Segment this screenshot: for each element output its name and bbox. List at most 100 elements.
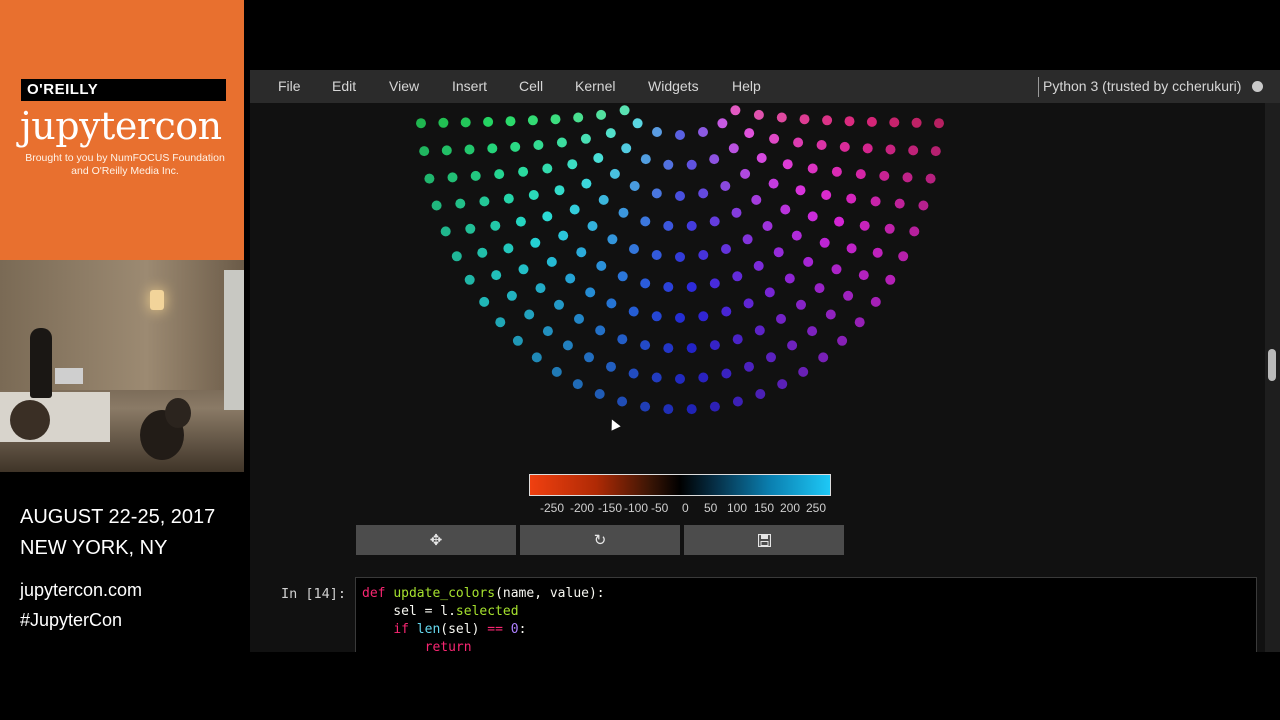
scatter-point[interactable] xyxy=(640,401,651,412)
scatter-point[interactable] xyxy=(831,166,842,177)
scatter-point[interactable] xyxy=(807,163,818,174)
scatter-point[interactable] xyxy=(780,204,791,215)
scatter-point[interactable] xyxy=(686,159,697,170)
scatter-point[interactable] xyxy=(898,251,909,262)
scatter-point[interactable] xyxy=(839,141,850,152)
scatter-point[interactable] xyxy=(494,169,505,180)
scatter-point[interactable] xyxy=(535,283,546,294)
scatter-point[interactable] xyxy=(470,170,481,181)
scatter-point[interactable] xyxy=(663,282,674,292)
scatter-point[interactable] xyxy=(651,188,662,199)
scatter-point[interactable] xyxy=(834,216,845,227)
scatter-point[interactable] xyxy=(894,198,905,209)
scatter-point[interactable] xyxy=(483,116,494,127)
scatter-point[interactable] xyxy=(584,352,594,363)
scatter-point[interactable] xyxy=(621,143,632,154)
scatter-point[interactable] xyxy=(542,326,553,337)
menu-view[interactable]: View xyxy=(389,70,419,103)
scatter-point[interactable] xyxy=(533,140,544,150)
scatter-point[interactable] xyxy=(822,115,833,126)
scatter-point[interactable] xyxy=(796,299,806,310)
scatter-point[interactable] xyxy=(605,128,616,139)
scrollbar-thumb[interactable] xyxy=(1268,349,1276,381)
scatter-point[interactable] xyxy=(465,223,476,234)
scatter-point[interactable] xyxy=(567,159,578,170)
scatter-point[interactable] xyxy=(855,169,866,180)
scatter-point[interactable] xyxy=(518,264,529,275)
scatter-point[interactable] xyxy=(640,340,651,351)
scatter-point[interactable] xyxy=(503,243,514,254)
scatter-point[interactable] xyxy=(925,173,936,184)
scatter-point[interactable] xyxy=(546,256,557,267)
scatter-point[interactable] xyxy=(686,343,697,354)
scatter-point[interactable] xyxy=(581,178,592,189)
scatter-point[interactable] xyxy=(542,163,553,174)
scatter-point[interactable] xyxy=(618,207,629,218)
scatter-point[interactable] xyxy=(753,109,764,120)
scatter-point[interactable] xyxy=(807,326,818,337)
scatter-point[interactable] xyxy=(755,389,766,399)
scatter-point[interactable] xyxy=(652,127,662,137)
scatter-point[interactable] xyxy=(698,311,709,322)
scatter-point[interactable] xyxy=(756,153,767,163)
scatter-point[interactable] xyxy=(510,141,521,152)
reset-button[interactable]: ↻ xyxy=(520,525,680,555)
scatter-point[interactable] xyxy=(721,306,732,317)
scatter-point[interactable] xyxy=(782,159,793,170)
menu-widgets[interactable]: Widgets xyxy=(648,70,699,103)
scatter-point[interactable] xyxy=(791,230,802,241)
scatter-point[interactable] xyxy=(732,334,743,345)
scatter-point[interactable] xyxy=(629,181,640,191)
scatter-point[interactable] xyxy=(754,325,765,336)
scatter-point[interactable] xyxy=(709,154,720,165)
scatter-point[interactable] xyxy=(663,404,674,415)
scatter-point[interactable] xyxy=(675,191,685,201)
scatter-point[interactable] xyxy=(918,200,929,211)
scatter-point[interactable] xyxy=(721,244,731,254)
scatter-point[interactable] xyxy=(505,116,516,127)
scatter-point[interactable] xyxy=(606,298,617,309)
scatter-point[interactable] xyxy=(477,247,488,258)
scatter-point[interactable] xyxy=(709,340,720,351)
scatter-point[interactable] xyxy=(530,237,541,248)
scatter-point[interactable] xyxy=(550,114,561,125)
scatter-point[interactable] xyxy=(837,335,848,346)
pan-zoom-button[interactable]: ✥ xyxy=(356,525,516,555)
scatter-point[interactable] xyxy=(843,290,854,301)
scatter-point[interactable] xyxy=(651,372,662,383)
scatter-point[interactable] xyxy=(818,352,829,363)
scatter-point[interactable] xyxy=(744,128,755,139)
scatter-point[interactable] xyxy=(554,185,565,196)
scatter-point[interactable] xyxy=(580,133,591,144)
scatter-point[interactable] xyxy=(762,221,773,231)
scatter-point[interactable] xyxy=(531,352,542,363)
scatter-point[interactable] xyxy=(732,271,743,282)
scatter-point[interactable] xyxy=(821,190,832,200)
scatter-point[interactable] xyxy=(731,207,742,218)
scatter-point[interactable] xyxy=(930,146,941,157)
scatter-point[interactable] xyxy=(490,220,501,231)
scatter-point[interactable] xyxy=(870,196,881,207)
scatter-point[interactable] xyxy=(640,278,651,289)
scatter-point[interactable] xyxy=(777,379,788,390)
scatter-point[interactable] xyxy=(515,216,526,227)
scatter-point[interactable] xyxy=(766,352,776,363)
menu-cell[interactable]: Cell xyxy=(519,70,543,103)
scatter-point[interactable] xyxy=(572,379,583,390)
scatter-point[interactable] xyxy=(419,146,430,157)
scatter-point[interactable] xyxy=(416,118,426,129)
scatter-point[interactable] xyxy=(619,105,630,116)
scatter-point[interactable] xyxy=(491,270,502,281)
scatter-point[interactable] xyxy=(798,366,809,377)
scatter-point[interactable] xyxy=(617,396,628,407)
scatter-point[interactable] xyxy=(686,220,697,231)
scatter-point[interactable] xyxy=(640,154,651,165)
scatter-point[interactable] xyxy=(742,234,753,245)
scatter-point[interactable] xyxy=(606,361,616,372)
scatter-point[interactable] xyxy=(629,244,639,254)
scatter-point[interactable] xyxy=(464,274,475,285)
scatter-point[interactable] xyxy=(424,173,435,184)
scatter-point[interactable] xyxy=(455,198,466,209)
scatter-point[interactable] xyxy=(675,373,685,384)
scatter-point[interactable] xyxy=(709,278,720,289)
